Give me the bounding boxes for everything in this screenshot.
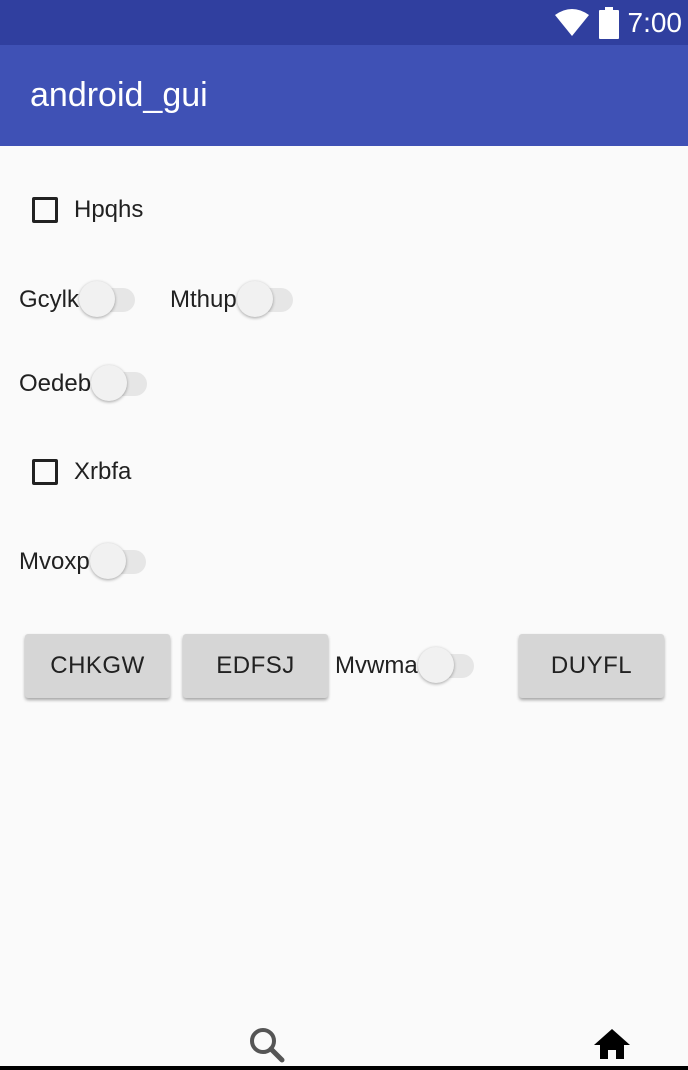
switch-row-mthup[interactable]: Mthup xyxy=(170,270,295,330)
switch-row-gcylk[interactable]: Gcylk xyxy=(19,270,137,330)
xrbfa-checkbox[interactable] xyxy=(32,459,58,485)
edfsj-button[interactable]: EDFSJ xyxy=(183,634,328,698)
home-icon[interactable] xyxy=(593,1028,631,1060)
switch-thumb xyxy=(236,281,273,317)
checkbox-row-xrbfa[interactable]: Xrbfa xyxy=(0,442,131,502)
switch-thumb xyxy=(417,647,454,683)
duyfl-button[interactable]: DUYFL xyxy=(519,634,664,698)
switch-row-oedeb[interactable]: Oedeb xyxy=(19,354,149,414)
wifi-icon xyxy=(554,8,589,36)
switch-row-mvwma[interactable]: Mvwma xyxy=(335,636,476,696)
bottom-navigation xyxy=(0,1000,688,1070)
oedeb-label: Oedeb xyxy=(19,370,92,397)
oedeb-switch[interactable] xyxy=(91,365,149,401)
app-bar: android_gui xyxy=(0,45,688,146)
hpqhs-label: Hpqhs xyxy=(74,196,144,223)
gcylk-label: Gcylk xyxy=(19,286,79,313)
switch-row-mvoxp[interactable]: Mvoxp xyxy=(19,532,148,592)
mvwma-switch[interactable] xyxy=(417,647,476,683)
main-content: Hpqhs Gcylk Mthup Oedeb Xrbfa Mvoxp CHKG… xyxy=(0,146,688,1036)
mthup-label: Mthup xyxy=(170,286,237,313)
battery-icon xyxy=(598,6,619,39)
hpqhs-checkbox[interactable] xyxy=(32,197,58,223)
status-time: 7:00 xyxy=(627,7,683,38)
mvwma-label: Mvwma xyxy=(335,652,418,679)
search-icon[interactable] xyxy=(248,1026,286,1064)
app-title: android_gui xyxy=(30,76,208,114)
gcylk-switch[interactable] xyxy=(79,281,137,317)
mthup-switch[interactable] xyxy=(236,281,295,317)
switch-thumb xyxy=(91,365,128,401)
switch-thumb xyxy=(79,281,115,317)
mvoxp-label: Mvoxp xyxy=(19,548,90,575)
navigation-bar-edge xyxy=(0,1066,688,1070)
chkgw-button[interactable]: CHKGW xyxy=(25,634,170,698)
status-bar: 7:00 xyxy=(0,0,688,45)
mvoxp-switch[interactable] xyxy=(89,543,148,579)
xrbfa-label: Xrbfa xyxy=(74,458,132,485)
status-icons: 7:00 xyxy=(554,0,683,45)
switch-thumb xyxy=(89,543,126,579)
checkbox-row-hpqhs[interactable]: Hpqhs xyxy=(0,180,143,240)
